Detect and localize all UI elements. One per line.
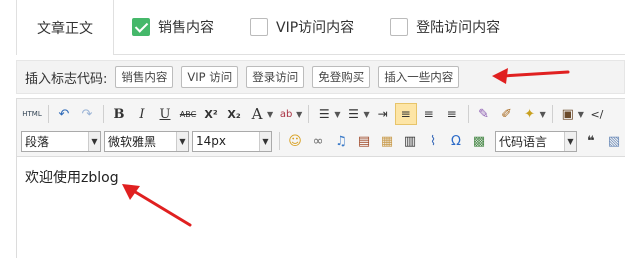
font-color-icon[interactable]: A	[246, 103, 268, 125]
select-value: 微软雅黑	[108, 134, 157, 149]
paragraph-format-select[interactable]: 段落 ▼	[21, 130, 101, 152]
separator	[551, 105, 553, 123]
attachment-icon[interactable]: ⌇	[422, 130, 444, 152]
image-gallery-icon[interactable]: ▦	[376, 130, 398, 152]
insert-login-button[interactable]: 登录访问	[246, 66, 305, 88]
undo-icon[interactable]: ↶	[53, 103, 75, 125]
video-icon[interactable]: ▥	[399, 130, 421, 152]
checkbox-checked-icon[interactable]	[132, 18, 150, 36]
font-size-select[interactable]: 14px ▼	[192, 130, 272, 152]
superscript-icon[interactable]: X²	[200, 103, 222, 125]
tab-article-body[interactable]: 文章正文	[16, 0, 114, 55]
paste-icon[interactable]: ▣	[557, 103, 579, 125]
blockquote-icon[interactable]: ❝	[580, 130, 602, 152]
editor-content[interactable]: 欢迎使用zblog	[17, 157, 625, 197]
subscript-icon[interactable]: X₂	[223, 103, 245, 125]
redo-icon[interactable]: ↷	[76, 103, 98, 125]
separator	[103, 105, 104, 123]
checkbox-icon[interactable]	[250, 18, 268, 36]
strikethrough-icon[interactable]: ABC	[177, 103, 199, 125]
align-center-icon[interactable]: ≡	[418, 103, 440, 125]
chevron-down-icon[interactable]: ▼	[578, 110, 584, 119]
insert-some-content-button[interactable]: 插入一些内容	[378, 66, 460, 88]
chevron-down-icon[interactable]: ▼	[363, 110, 369, 119]
select-value: 代码语言	[499, 134, 548, 149]
map-icon[interactable]: ▩	[468, 130, 490, 152]
tab-label: VIP访问内容	[276, 20, 355, 36]
unordered-list-icon[interactable]: ☰	[342, 103, 364, 125]
link-icon[interactable]: ∞	[307, 130, 329, 152]
chevron-down-icon: ▼	[259, 131, 271, 151]
tab-vip-content[interactable]: VIP访问内容	[232, 0, 373, 55]
tab-bar-filler	[518, 0, 625, 55]
tab-sales-content[interactable]: 销售内容	[114, 0, 232, 55]
chevron-down-icon[interactable]: ▼	[334, 110, 340, 119]
chevron-down-icon[interactable]: ▼	[540, 110, 546, 119]
indent-icon[interactable]: ⇥	[372, 103, 394, 125]
separator	[279, 132, 280, 150]
select-value: 14px	[196, 134, 226, 148]
bold-icon[interactable]: B	[108, 103, 130, 125]
format-brush-icon[interactable]: ✐	[496, 103, 518, 125]
music-icon[interactable]: ♫	[330, 130, 352, 152]
chevron-down-icon: ▼	[88, 131, 100, 151]
insert-marker-row: 插入标志代码: 销售内容 VIP 访问 登录访问 免登购买 插入一些内容	[16, 60, 625, 94]
chevron-down-icon[interactable]: ▼	[296, 110, 302, 119]
html-icon[interactable]: HTML	[21, 103, 43, 125]
highlight-icon[interactable]: ab	[275, 103, 297, 125]
tab-login-content[interactable]: 登陆访问内容	[372, 0, 519, 55]
source-code-icon[interactable]: </	[586, 103, 608, 125]
special-char-icon[interactable]: Ω	[445, 130, 467, 152]
separator	[48, 105, 49, 123]
emoji-icon[interactable]: ☺	[284, 130, 306, 152]
underline-icon[interactable]: U	[154, 103, 176, 125]
rich-text-editor: HTML ↶ ↷ B I U ABC X² X₂ A ▼ ab ▼ ☰ ▼ ☰ …	[16, 98, 625, 258]
checkbox-icon[interactable]	[390, 18, 409, 36]
tab-label: 销售内容	[158, 20, 214, 36]
tab-bar: 文章正文 销售内容 VIP访问内容 登陆访问内容	[0, 0, 625, 55]
ordered-list-icon[interactable]: ☰	[313, 103, 335, 125]
chevron-down-icon: ▼	[564, 131, 576, 151]
tab-label: 登陆访问内容	[416, 20, 501, 36]
toolbar-row-1: HTML ↶ ↷ B I U ABC X² X₂ A ▼ ab ▼ ☰ ▼ ☰ …	[21, 101, 609, 127]
insert-vip-button[interactable]: VIP 访问	[181, 66, 239, 88]
chevron-down-icon: ▼	[176, 131, 188, 151]
select-value: 段落	[25, 134, 50, 149]
font-family-select[interactable]: 微软雅黑 ▼	[104, 130, 189, 152]
insert-sales-button[interactable]: 销售内容	[115, 66, 174, 88]
image-icon[interactable]: ▤	[353, 130, 375, 152]
editor-text: 欢迎使用zblog	[25, 170, 119, 186]
insert-free-buy-button[interactable]: 免登购买	[312, 66, 371, 88]
align-left-icon[interactable]: ≡	[394, 103, 417, 125]
italic-icon[interactable]: I	[131, 103, 153, 125]
tab-label: 文章正文	[37, 20, 93, 37]
template-icon[interactable]: ▧	[603, 130, 625, 152]
separator	[308, 105, 310, 123]
code-language-select[interactable]: 代码语言 ▼	[495, 130, 577, 152]
separator	[467, 105, 469, 123]
chevron-down-icon[interactable]: ▼	[267, 110, 273, 119]
insert-marker-label: 插入标志代码:	[25, 71, 108, 87]
editor-toolbar: HTML ↶ ↷ B I U ABC X² X₂ A ▼ ab ▼ ☰ ▼ ☰ …	[17, 99, 625, 157]
eraser-icon[interactable]: ✎	[473, 103, 495, 125]
align-right-icon[interactable]: ≡	[441, 103, 463, 125]
magic-icon[interactable]: ✦	[519, 103, 541, 125]
toolbar-row-2: 段落 ▼ 微软雅黑 ▼ 14px ▼ ☺ ∞ ♫ ▤ ▦ ▥ ⌇ Ω ▩ 代码语…	[21, 128, 625, 154]
